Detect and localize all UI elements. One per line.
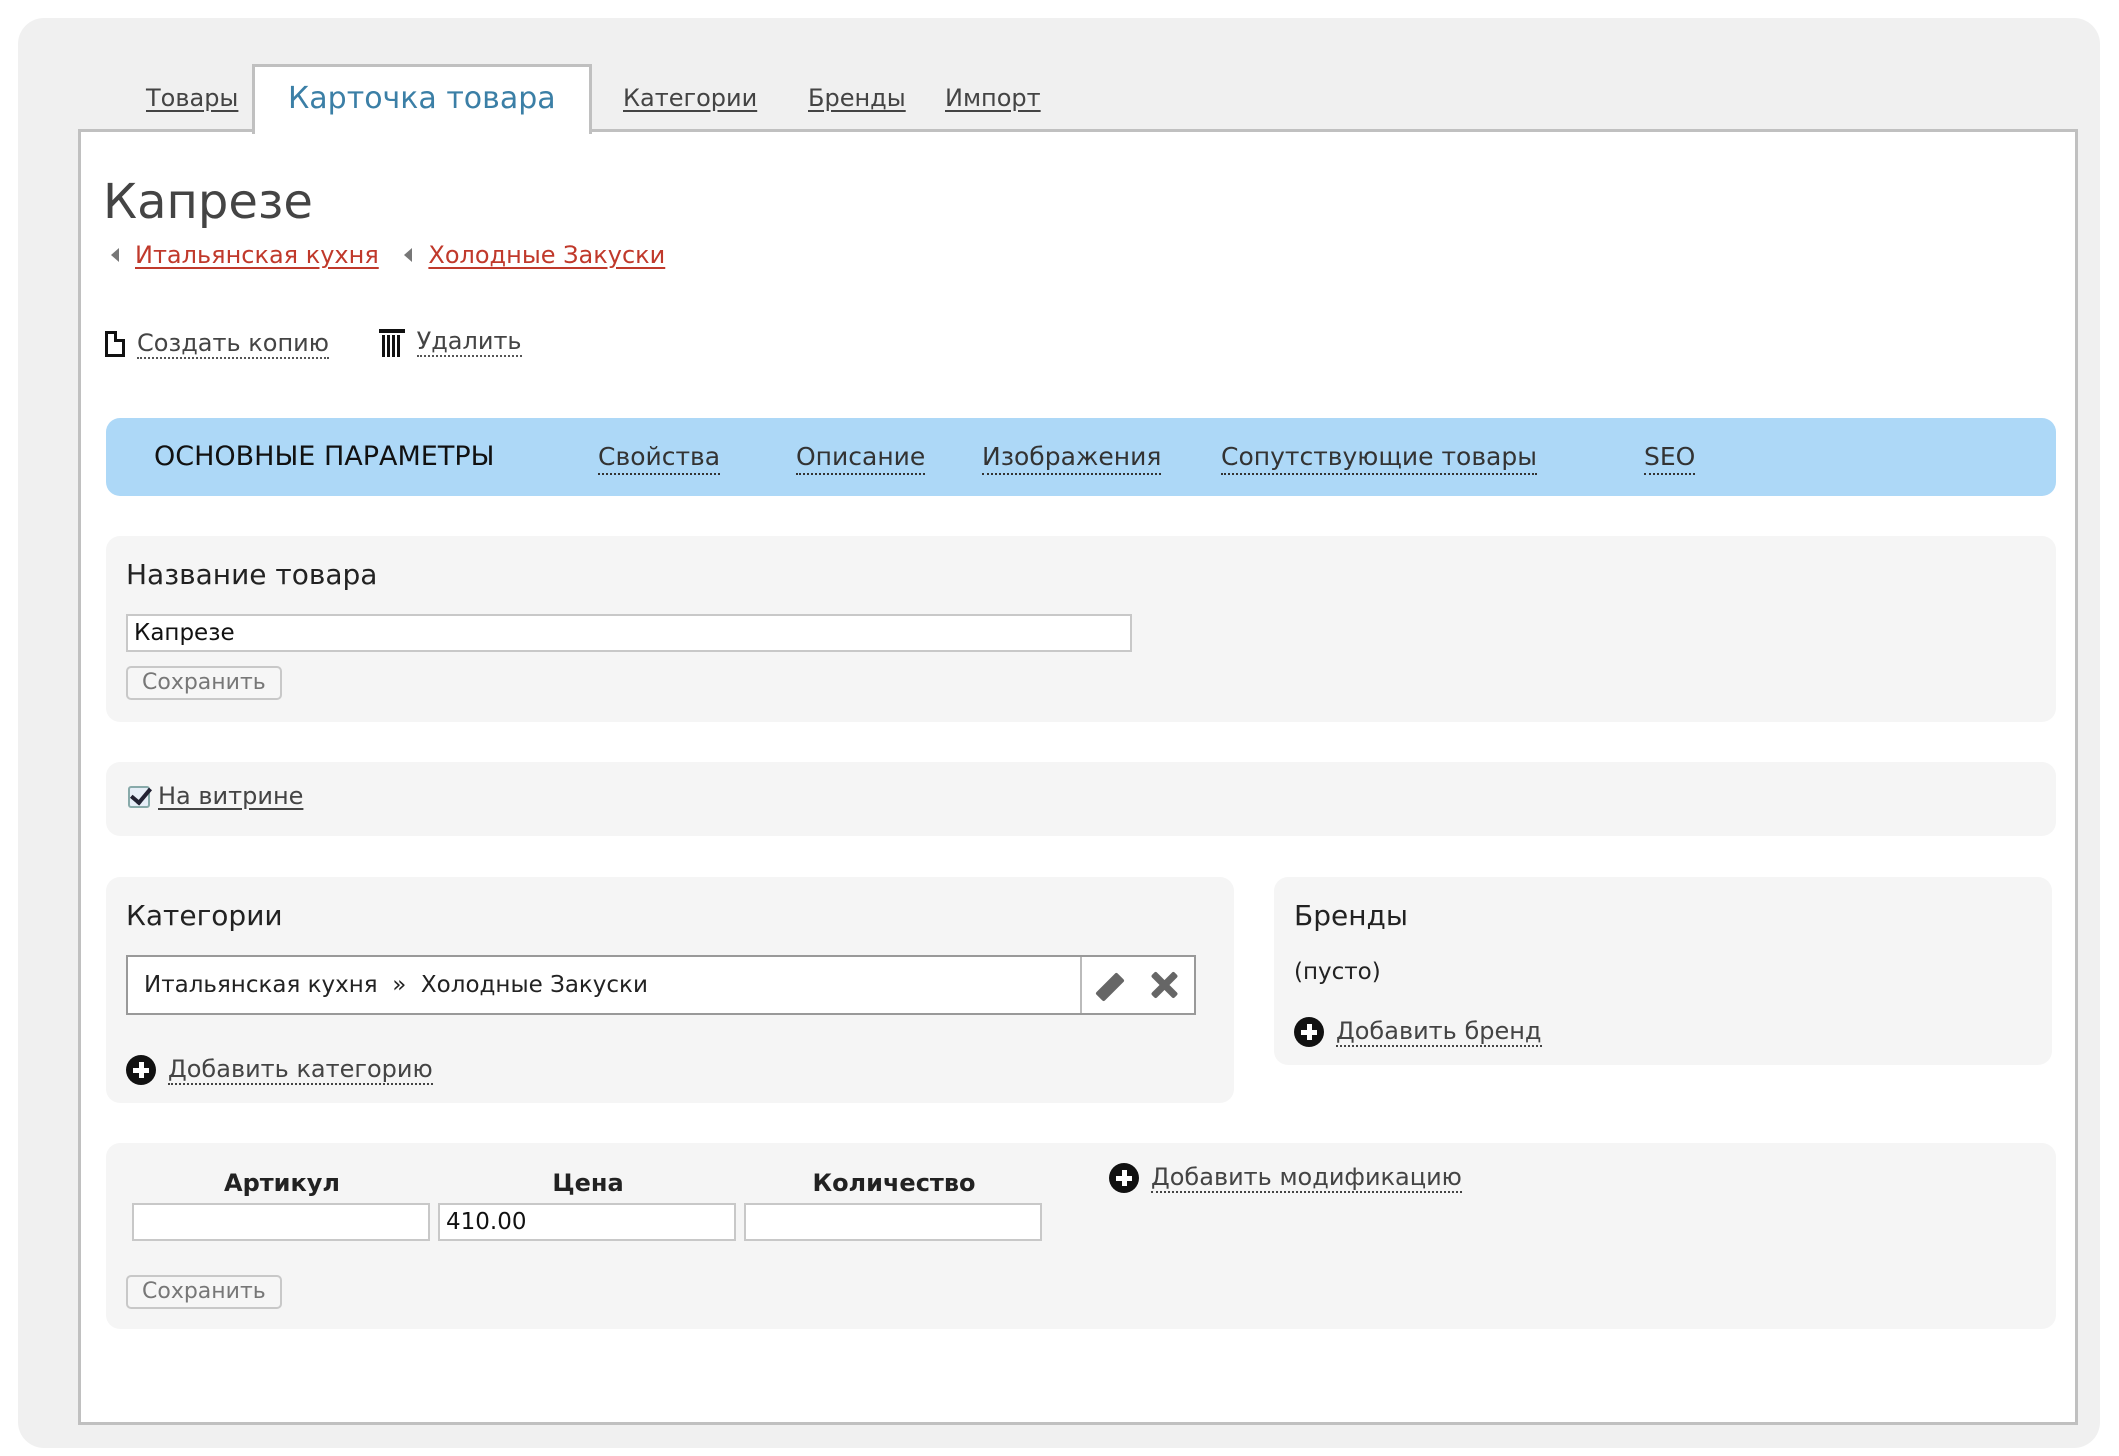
categories-section: Категории Итальянская кухня » Холодные З… <box>106 877 1234 1103</box>
column-quantity: Количество <box>812 1169 976 1197</box>
breadcrumb-item: Итальянская кухня <box>111 241 379 269</box>
add-modification-label: Добавить модификацию <box>1151 1163 1462 1193</box>
copy-label: Создать копию <box>137 329 329 359</box>
categories-heading: Категории <box>126 899 283 932</box>
page-title: Капрезе <box>103 174 313 230</box>
section-tabs: ОСНОВНЫЕ ПАРАМЕТРЫ Свойства Описание Изо… <box>106 418 2056 496</box>
variants-section: Артикул Цена Количество Добавить модифик… <box>106 1143 2056 1329</box>
breadcrumb-item: Холодные Закуски <box>404 241 665 269</box>
add-brand-button[interactable]: Добавить бренд <box>1294 1017 1542 1047</box>
breadcrumb: Итальянская кухня Холодные Закуски <box>111 240 683 269</box>
column-sku: Артикул <box>224 1169 340 1197</box>
delete-button[interactable]: Удалить <box>378 327 522 357</box>
pencil-icon[interactable] <box>1095 972 1125 1002</box>
plus-icon <box>1109 1163 1139 1193</box>
showcase-section: На витрине <box>106 762 2056 836</box>
name-heading: Название товара <box>126 558 378 591</box>
category-tools <box>1080 957 1194 1013</box>
product-panel: Капрезе Итальянская кухня Холодные Закус… <box>78 129 2078 1425</box>
add-category-label: Добавить категорию <box>168 1055 433 1085</box>
tab-description[interactable]: Описание <box>796 418 926 496</box>
tab-seo[interactable]: SEO <box>1644 418 1696 496</box>
tab-products[interactable]: Товары <box>146 64 238 132</box>
document-icon <box>105 331 125 357</box>
copy-button[interactable]: Создать копию <box>105 329 329 359</box>
tab-categories[interactable]: Категории <box>623 64 757 132</box>
category-path: Итальянская кухня » Холодные Закуски <box>144 972 648 998</box>
trash-icon <box>378 327 405 357</box>
tab-related-products[interactable]: Сопутствующие товары <box>1221 418 1537 496</box>
showcase-label[interactable]: На витрине <box>158 782 303 810</box>
tab-images[interactable]: Изображения <box>982 418 1162 496</box>
category-row: Итальянская кухня » Холодные Закуски <box>126 955 1196 1015</box>
brands-empty: (пусто) <box>1294 959 1381 985</box>
brands-section: Бренды (пусто) Добавить бренд <box>1274 877 2052 1065</box>
delete-label: Удалить <box>416 327 522 357</box>
close-icon[interactable] <box>1148 969 1180 1001</box>
breadcrumb-link-italian[interactable]: Итальянская кухня <box>135 241 379 269</box>
plus-icon <box>126 1055 156 1085</box>
arrow-left-icon <box>404 248 413 262</box>
product-actions: Создать копию Удалить <box>105 327 564 363</box>
page-frame: Товары Карточка товара Категории Бренды … <box>18 18 2100 1448</box>
quantity-input[interactable] <box>744 1203 1042 1241</box>
tab-import[interactable]: Импорт <box>945 64 1041 132</box>
name-section: Название товара Сохранить <box>106 536 2056 722</box>
top-tabs: Товары Карточка товара Категории Бренды … <box>78 64 1778 134</box>
save-variants-button[interactable]: Сохранить <box>126 1275 282 1309</box>
save-name-button[interactable]: Сохранить <box>126 666 282 700</box>
breadcrumb-link-cold-snacks[interactable]: Холодные Закуски <box>428 241 665 269</box>
tab-product-card[interactable]: Карточка товара <box>252 64 592 134</box>
column-price: Цена <box>552 1169 624 1197</box>
brands-heading: Бренды <box>1294 899 1408 932</box>
add-category-button[interactable]: Добавить категорию <box>126 1055 433 1085</box>
tab-main-params[interactable]: ОСНОВНЫЕ ПАРАМЕТРЫ <box>154 418 494 496</box>
tab-properties[interactable]: Свойства <box>598 418 721 496</box>
add-brand-label: Добавить бренд <box>1336 1017 1542 1047</box>
sku-input[interactable] <box>132 1203 430 1241</box>
price-input[interactable] <box>438 1203 736 1241</box>
plus-icon <box>1294 1017 1324 1047</box>
tab-brands[interactable]: Бренды <box>808 64 906 132</box>
product-name-input[interactable] <box>126 614 1132 652</box>
arrow-left-icon <box>111 248 119 262</box>
add-modification-button[interactable]: Добавить модификацию <box>1109 1163 1462 1193</box>
showcase-checkbox[interactable] <box>128 786 150 808</box>
